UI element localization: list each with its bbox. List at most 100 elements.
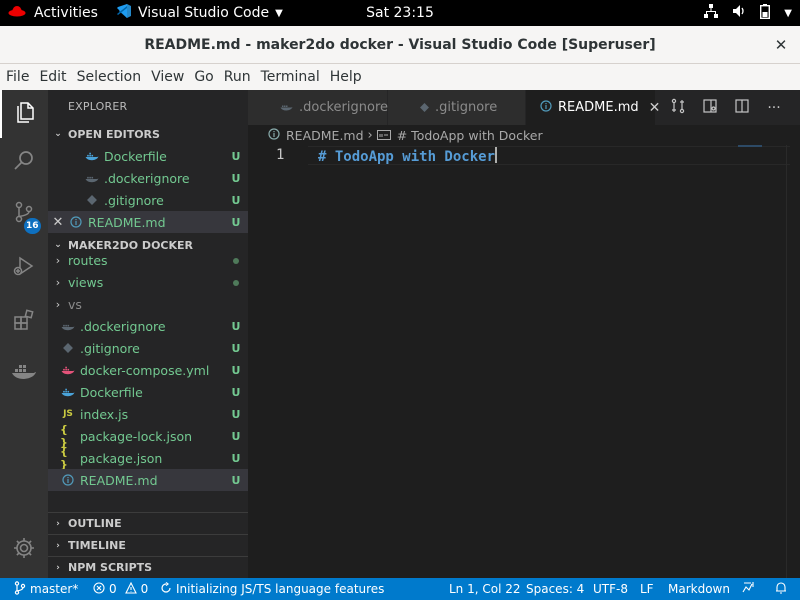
editor-tab-bar: .dockerignore .gitignore README.md ✕ ··· (248, 90, 800, 125)
app-menu-button[interactable]: Visual Studio Code ▼ (116, 0, 283, 26)
breadcrumb-symbol[interactable]: # TodoApp with Docker (376, 128, 543, 143)
close-tab-icon[interactable]: ✕ (649, 100, 661, 116)
close-editor-icon[interactable]: ✕ (48, 215, 68, 230)
editor-vertical-scrollbar[interactable] (786, 145, 800, 578)
manage-settings-button[interactable] (0, 526, 48, 574)
text-cursor (495, 147, 498, 163)
tree-item-name: package-lock.json (80, 428, 193, 444)
outline-section-header[interactable]: › OUTLINE (48, 512, 248, 534)
branch-label: master* (30, 582, 79, 596)
task-status[interactable]: Initializing JS/TS language features (160, 578, 384, 600)
menu-edit[interactable]: Edit (33, 64, 70, 90)
breadcrumb-file[interactable]: README.md (268, 128, 364, 143)
git-status-badge: U (231, 407, 241, 421)
cursor-position-status[interactable]: Ln 1, Col 22 (449, 578, 521, 600)
code-line[interactable]: # TodoApp with Docker (318, 147, 498, 165)
explorer-view-button[interactable] (0, 90, 48, 138)
extensions-view-button[interactable] (0, 298, 48, 346)
menu-help[interactable]: Help (324, 64, 366, 90)
open-editor-item[interactable]: Dockerfile U (48, 145, 248, 167)
tree-folder[interactable]: › vs (48, 293, 248, 315)
tree-file[interactable]: { } package.json U (48, 445, 248, 471)
encoding-status[interactable]: UTF-8 (593, 578, 628, 600)
notifications-button[interactable] (775, 578, 787, 600)
docker-view-button[interactable] (0, 350, 48, 398)
tree-file-selected[interactable]: README.md U (48, 469, 248, 491)
git-status-badge: U (231, 171, 241, 185)
dockerignore-file-icon (84, 170, 100, 186)
tree-file[interactable]: docker-compose.yml U (48, 359, 248, 381)
git-status-badge: U (231, 341, 241, 355)
system-menu-caret-icon[interactable]: ▼ (784, 8, 792, 19)
sync-spinner-icon (160, 581, 172, 597)
split-editor-icon (734, 98, 750, 118)
open-editor-item[interactable]: .gitignore U (48, 189, 248, 211)
tree-file[interactable]: { } package-lock.json U (48, 423, 248, 449)
info-file-icon (68, 214, 84, 230)
npm-scripts-section-header[interactable]: › NPM SCRIPTS (48, 556, 248, 578)
open-editor-name: README.md (88, 214, 166, 230)
ellipsis-icon: ··· (767, 100, 781, 116)
volume-icon[interactable] (732, 4, 746, 22)
open-changes-button[interactable] (668, 98, 688, 118)
dockerignore-file-icon (60, 318, 76, 334)
branch-icon (14, 580, 26, 598)
activities-button[interactable]: Activities (8, 0, 98, 26)
system-top-bar: Activities Visual Studio Code ▼ Sat 23:1… (0, 0, 800, 26)
window-close-button[interactable]: ✕ (770, 34, 792, 56)
close-icon: ✕ (774, 36, 788, 54)
tree-file[interactable]: .dockerignore U (48, 315, 248, 337)
language-mode-status[interactable]: Markdown (668, 578, 730, 600)
tree-item-name: .dockerignore (80, 318, 166, 334)
error-count: 0 (109, 582, 117, 596)
search-view-button[interactable] (0, 138, 48, 186)
menu-file[interactable]: File (0, 64, 33, 90)
docker-file-icon (84, 148, 100, 164)
code-editor[interactable]: 1 # TodoApp with Docker (248, 145, 800, 578)
warning-count: 0 (140, 582, 149, 596)
tree-file[interactable]: Dockerfile U (48, 381, 248, 403)
menu-go[interactable]: Go (188, 64, 217, 90)
tab-readme[interactable]: README.md ✕ (526, 90, 660, 125)
run-debug-view-button[interactable] (0, 244, 48, 292)
open-editor-item[interactable]: .dockerignore U (48, 167, 248, 189)
gear-icon (12, 536, 36, 564)
tree-item-name: docker-compose.yml (80, 362, 210, 378)
json-file-icon: { } (60, 423, 68, 449)
docker-icon (11, 362, 37, 386)
open-editor-item-active[interactable]: ✕ README.md U (48, 211, 248, 233)
tree-folder[interactable]: › routes (48, 256, 248, 271)
git-branch-status[interactable]: master* (14, 578, 78, 600)
code-line-text: # TodoApp with Docker (318, 149, 496, 165)
battery-icon[interactable] (760, 3, 771, 23)
open-preview-button[interactable] (700, 98, 720, 118)
tab-gitignore[interactable]: .gitignore (388, 90, 526, 125)
menu-run[interactable]: Run (218, 64, 255, 90)
menu-terminal[interactable]: Terminal (255, 64, 324, 90)
open-editor-name: Dockerfile (104, 148, 167, 164)
tree-folder[interactable]: › views (48, 271, 248, 293)
menu-view[interactable]: View (145, 64, 188, 90)
tree-file[interactable]: .gitignore U (48, 337, 248, 359)
run-debug-icon (12, 254, 36, 282)
outline-label: OUTLINE (68, 517, 122, 530)
npm-scripts-label: NPM SCRIPTS (68, 561, 153, 574)
chevron-down-icon: ⌄ (54, 240, 62, 250)
indentation-status[interactable]: Spaces: 4 (526, 578, 584, 600)
open-editors-section-header[interactable]: ⌄ OPEN EDITORS (48, 123, 248, 145)
feedback-button[interactable] (742, 578, 756, 600)
clock-label[interactable]: Sat 23:15 (366, 5, 434, 21)
git-file-icon (420, 101, 429, 115)
more-actions-button[interactable]: ··· (764, 98, 784, 118)
tree-file[interactable]: JS index.js U (48, 403, 248, 425)
timeline-section-header[interactable]: › TIMELINE (48, 534, 248, 556)
network-icon[interactable] (704, 4, 719, 22)
eol-status[interactable]: LF (640, 578, 654, 600)
menu-selection[interactable]: Selection (71, 64, 146, 90)
problems-status[interactable]: 0 0 (93, 578, 148, 600)
workspace-section-header[interactable]: ⌄ MAKER2DO DOCKER (48, 234, 248, 256)
source-control-view-button[interactable]: 16 (0, 190, 48, 238)
git-status-badge: U (231, 193, 241, 207)
split-editor-button[interactable] (732, 98, 752, 118)
tab-dockerignore[interactable]: .dockerignore (248, 90, 388, 125)
